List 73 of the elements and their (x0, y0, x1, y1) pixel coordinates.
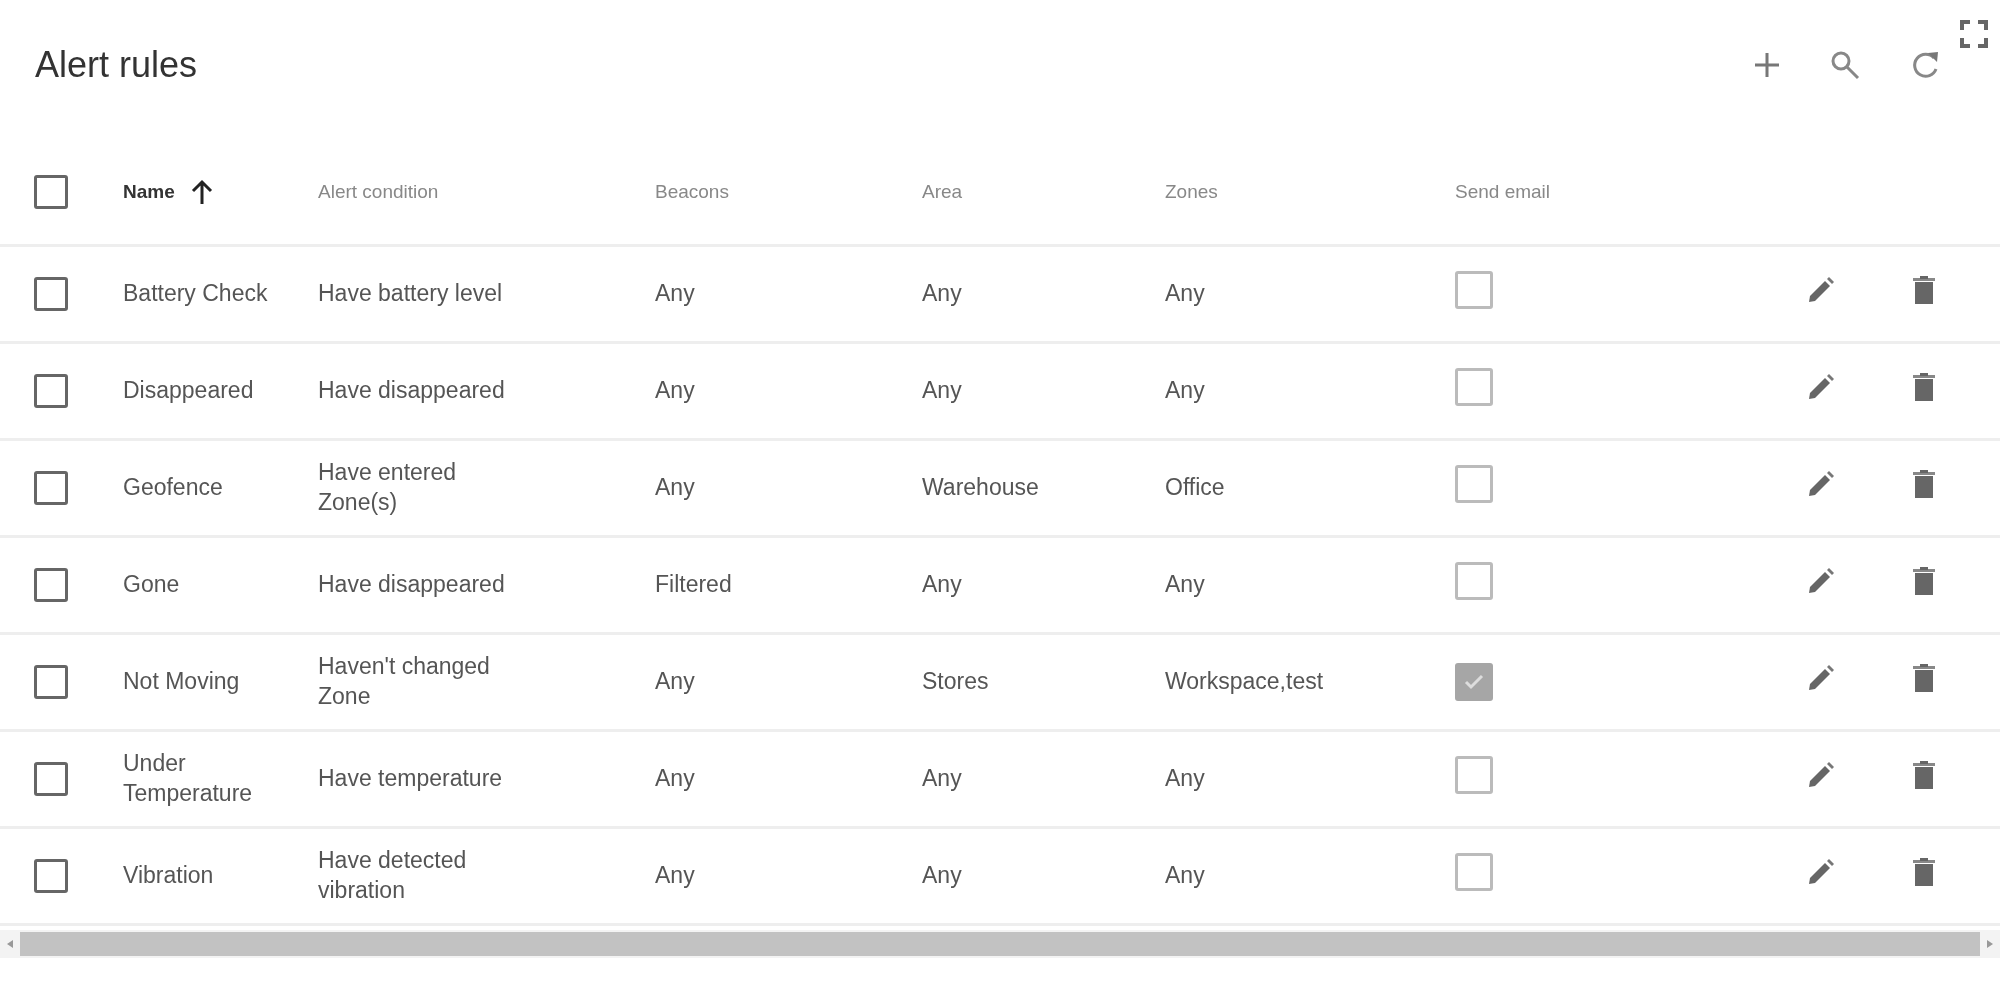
table-cell-text: Vibration (123, 861, 215, 891)
table-cell: Any (922, 571, 962, 598)
table-cell-text: Have disappeared (318, 376, 506, 406)
table-cell-text: Under Temperature (123, 749, 254, 808)
row-checkbox[interactable] (34, 374, 68, 408)
trash-icon[interactable] (1913, 567, 1935, 596)
table-cell: Any (655, 668, 695, 695)
edit-pencil-icon[interactable] (1808, 859, 1834, 886)
edit-pencil-icon[interactable] (1808, 568, 1834, 595)
fullscreen-icon[interactable] (1960, 20, 1988, 48)
row-checkbox[interactable] (34, 568, 68, 602)
table-cell: Workspace,test (1165, 668, 1324, 695)
table-cell-text: Disappeared (123, 376, 255, 406)
table-cell: Any (922, 765, 962, 792)
table-cell: Any (1165, 377, 1205, 404)
scroll-right-icon[interactable] (1987, 940, 1993, 948)
column-header[interactable]: Beacons (655, 181, 729, 203)
table-cell-text: Have detected vibration (318, 846, 468, 905)
edit-pencil-icon[interactable] (1808, 471, 1834, 498)
table-cell: Any (655, 280, 695, 307)
trash-icon[interactable] (1913, 373, 1935, 402)
edit-pencil-icon[interactable] (1808, 665, 1834, 692)
checkmark-icon (1464, 674, 1484, 690)
row-checkbox[interactable] (34, 859, 68, 893)
table-cell-text: Haven't changed Zone (318, 652, 491, 711)
table-cell: Any (1165, 280, 1205, 307)
column-header[interactable]: Area (922, 181, 963, 203)
table-cell: Any (655, 862, 695, 889)
row-checkbox[interactable] (34, 471, 68, 505)
table-cell: Stores (922, 668, 989, 695)
table-cell: Filtered (655, 571, 732, 598)
table-cell-text: Not Moving (123, 667, 241, 697)
trash-icon[interactable] (1913, 858, 1935, 887)
table-cell: Any (655, 474, 695, 501)
search-icon[interactable] (1830, 50, 1860, 80)
trash-icon[interactable] (1913, 664, 1935, 693)
edit-pencil-icon[interactable] (1808, 277, 1834, 304)
table-cell: Any (655, 765, 695, 792)
table-cell: Any (922, 862, 962, 889)
edit-pencil-icon[interactable] (1808, 374, 1834, 401)
table-cell-text: Battery Check (123, 279, 269, 309)
table-cell-text: Geofence (123, 473, 224, 503)
table-cell: Any (922, 377, 962, 404)
page-title: Alert rules (35, 44, 199, 86)
table-cell-text: Gone (123, 570, 181, 600)
table-cell: Warehouse (922, 474, 1039, 501)
table-cell-text: Have entered Zone(s) (318, 458, 458, 517)
scroll-left-icon[interactable] (7, 940, 13, 948)
edit-pencil-icon[interactable] (1808, 762, 1834, 789)
select-all-checkbox[interactable] (34, 175, 68, 209)
row-checkbox[interactable] (34, 762, 68, 796)
sort-arrow-icon[interactable] (190, 179, 213, 205)
table-cell: Any (922, 280, 962, 307)
column-header[interactable]: Zones (1165, 181, 1218, 203)
add-icon[interactable] (1754, 52, 1780, 78)
column-header[interactable]: Alert condition (318, 181, 439, 203)
refresh-icon[interactable] (1910, 49, 1940, 81)
table-cell-text: Have disappeared (318, 570, 506, 600)
column-header[interactable]: Name (123, 181, 175, 203)
table-cell: Any (655, 377, 695, 404)
horizontal-scrollbar[interactable] (0, 930, 2000, 958)
table-cell: Office (1165, 474, 1225, 501)
trash-icon[interactable] (1913, 470, 1935, 499)
table-cell-text: Have temperature (318, 764, 504, 794)
row-checkbox[interactable] (34, 277, 68, 311)
trash-icon[interactable] (1913, 761, 1935, 790)
trash-icon[interactable] (1913, 276, 1935, 305)
table-cell-text: Have battery level (318, 279, 504, 309)
column-header[interactable]: Send email (1455, 181, 1551, 203)
row-checkbox[interactable] (34, 665, 68, 699)
table-cell: Any (1165, 765, 1205, 792)
table-cell: Any (1165, 862, 1205, 889)
table-cell: Any (1165, 571, 1205, 598)
